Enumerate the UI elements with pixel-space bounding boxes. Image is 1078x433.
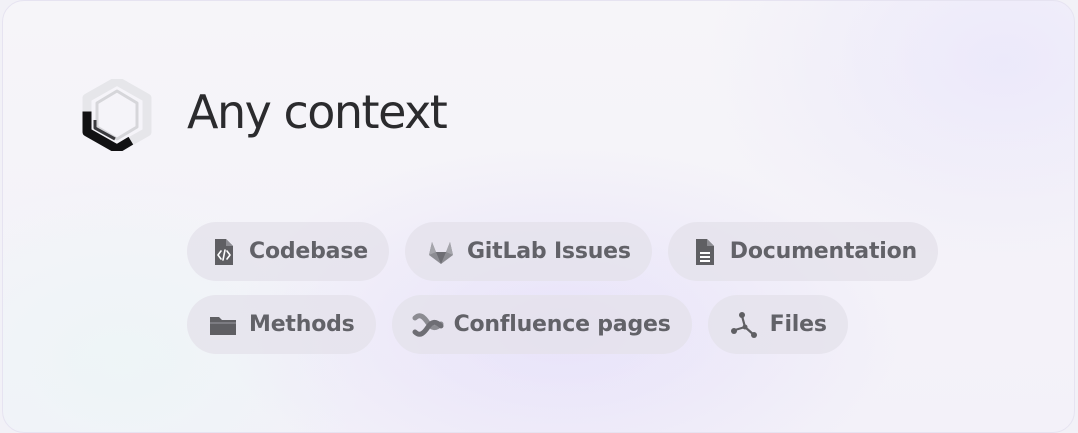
confluence-icon: [412, 309, 444, 341]
chip-label: Documentation: [729, 239, 917, 264]
chip-files[interactable]: Files: [707, 295, 848, 354]
chip-row-2: Methods Confluence pages Files: [187, 295, 947, 354]
document-icon: [688, 236, 720, 268]
context-chip-list: Codebase GitLab Issues Documentation Met…: [187, 222, 947, 368]
chip-label: GitLab Issues: [466, 239, 631, 264]
gitlab-icon: [425, 236, 457, 268]
chip-codebase[interactable]: Codebase: [187, 222, 389, 281]
chip-documentation[interactable]: Documentation: [667, 222, 938, 281]
folder-icon: [207, 309, 239, 341]
chip-label: Codebase: [249, 239, 368, 264]
chip-gitlab-issues[interactable]: GitLab Issues: [404, 222, 652, 281]
context-card: Any context Codebase GitLab Issues Docum…: [2, 0, 1075, 433]
hexagon-logo-icon: [81, 76, 153, 154]
chip-label: Confluence pages: [453, 312, 671, 337]
chip-label: Files: [769, 312, 827, 337]
chip-label: Methods: [249, 312, 355, 337]
chip-row-1: Codebase GitLab Issues Documentation: [187, 222, 947, 281]
chip-methods[interactable]: Methods: [187, 295, 376, 354]
code-file-icon: [207, 236, 239, 268]
graph-nodes-icon: [728, 309, 760, 341]
page-title: Any context: [187, 85, 448, 139]
chip-confluence-pages[interactable]: Confluence pages: [391, 295, 692, 354]
